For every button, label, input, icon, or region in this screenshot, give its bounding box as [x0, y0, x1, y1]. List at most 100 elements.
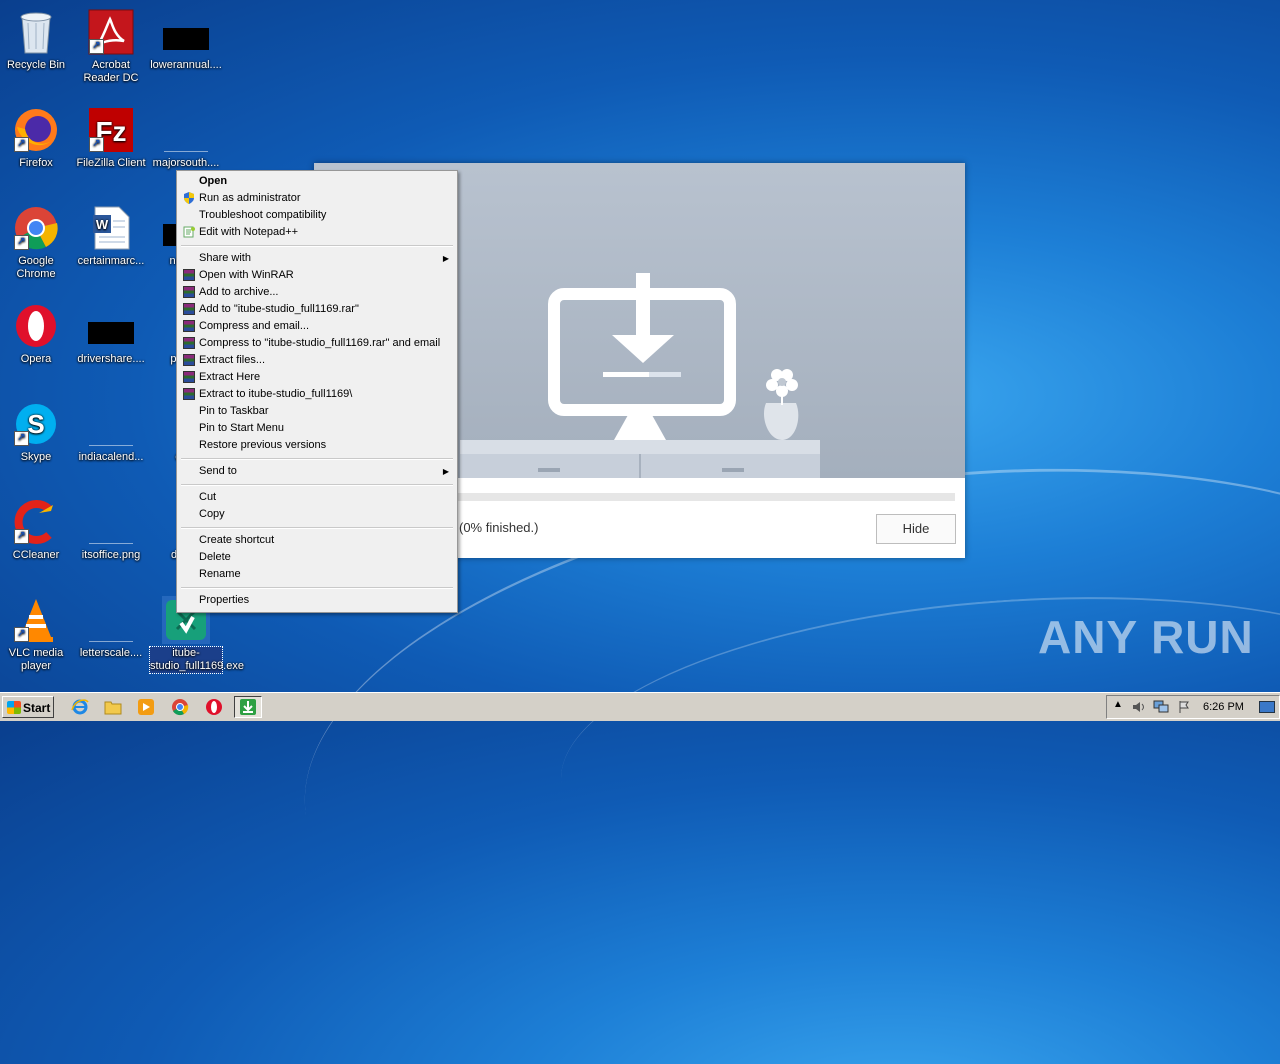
shortcut-arrow-icon: ↗ — [89, 137, 104, 152]
desktop-icon-label: itsoffice.png — [81, 549, 141, 561]
internet-explorer-icon — [71, 699, 89, 715]
taskbar-ie-button[interactable] — [66, 696, 94, 718]
download-progress-bar — [457, 493, 955, 501]
media-player-icon — [138, 699, 154, 715]
desktop-icon-letterscale[interactable]: letterscale.... — [75, 596, 147, 660]
menu-item-label: Restore previous versions — [199, 439, 327, 451]
desktop-icon-chrome[interactable]: ↗ Google Chrome — [0, 204, 72, 281]
windows-logo-icon — [7, 701, 21, 714]
desktop-icon-indiacalend[interactable]: indiacalend... — [75, 400, 147, 464]
download-status-text: (0% finished.) — [459, 520, 539, 535]
show-desktop-icon[interactable] — [1259, 701, 1275, 713]
desktop-icon-certainmarc[interactable]: W certainmarc... — [75, 204, 147, 268]
menu-item-open-with-winrar[interactable]: Open with WinRAR — [179, 267, 455, 284]
shortcut-arrow-icon: ↗ — [14, 235, 29, 250]
menu-item-delete[interactable]: Delete — [179, 549, 455, 566]
menu-item-open[interactable]: Open — [179, 173, 455, 190]
menu-item-label: Share with — [199, 252, 251, 264]
svg-text:W: W — [96, 217, 109, 232]
vlc-icon: ↗ — [12, 596, 60, 644]
menu-item-troubleshoot[interactable]: Troubleshoot compatibility — [179, 207, 455, 224]
menu-item-create-shortcut[interactable]: Create shortcut — [179, 532, 455, 549]
menu-item-send-to[interactable]: Send to ▶ — [179, 463, 455, 480]
menu-item-add-to-rar[interactable]: Add to "itube-studio_full1169.rar" — [179, 301, 455, 318]
taskbar-media-player-button[interactable] — [132, 696, 160, 718]
menu-item-compress-and-email[interactable]: Compress and email... — [179, 318, 455, 335]
system-tray: ▲ 6:26 PM — [1106, 695, 1280, 719]
desktop-icon-ccleaner[interactable]: ↗ CCleaner — [0, 498, 72, 562]
taskbar-opera-button[interactable] — [200, 696, 228, 718]
menu-item-label: Extract to itube-studio_full1169\ — [199, 388, 353, 400]
file-thumbnail-icon — [162, 8, 210, 56]
shortcut-arrow-icon: ↗ — [14, 431, 29, 446]
menu-item-copy[interactable]: Copy — [179, 506, 455, 523]
folder-icon — [104, 701, 122, 715]
taskbar-clock[interactable]: 6:26 PM — [1203, 701, 1244, 713]
desktop-icon-label: Recycle Bin — [6, 59, 66, 71]
menu-item-cut[interactable]: Cut — [179, 489, 455, 506]
desktop-icon-firefox[interactable]: ↗ Firefox — [0, 106, 72, 170]
menu-separator — [181, 458, 453, 460]
opera-icon — [12, 302, 60, 350]
menu-item-label: Delete — [199, 551, 231, 563]
menu-separator — [181, 527, 453, 529]
winrar-icon — [183, 388, 195, 400]
hide-button[interactable]: Hide — [876, 514, 956, 544]
desktop-icon-drivershare[interactable]: drivershare.... — [75, 302, 147, 366]
winrar-icon — [183, 303, 195, 315]
menu-item-properties[interactable]: Properties — [179, 592, 455, 609]
menu-item-run-as-admin[interactable]: Run as administrator — [179, 190, 455, 207]
menu-item-pin-to-start[interactable]: Pin to Start Menu — [179, 420, 455, 437]
menu-item-share-with[interactable]: Share with ▶ — [179, 250, 455, 267]
desktop-icon-label: Google Chrome — [16, 255, 56, 280]
desktop-icon-itsoffice[interactable]: itsoffice.png — [75, 498, 147, 562]
volume-icon[interactable] — [1131, 700, 1145, 714]
desktop-icon-label: Opera — [20, 353, 52, 365]
skype-icon: S ↗ — [12, 400, 60, 448]
menu-item-pin-to-taskbar[interactable]: Pin to Taskbar — [179, 403, 455, 420]
file-thumbnail-icon — [87, 498, 135, 546]
desktop-icon-opera[interactable]: Opera — [0, 302, 72, 366]
desktop-icon-skype[interactable]: S ↗ Skype — [0, 400, 72, 464]
desktop-icon-label: letterscale.... — [79, 647, 143, 659]
menu-item-extract-here[interactable]: Extract Here — [179, 369, 455, 386]
download-arrow-icon — [240, 699, 256, 715]
anyrun-watermark: ANY RUN — [1038, 611, 1254, 663]
menu-item-label: Add to archive... — [199, 286, 279, 298]
menu-item-edit-notepadpp[interactable]: Edit with Notepad++ — [179, 224, 455, 241]
action-center-flag-icon[interactable] — [1177, 700, 1191, 714]
menu-item-label: Copy — [199, 508, 225, 520]
desktop-icon-vlc[interactable]: ↗ VLC media player — [0, 596, 72, 673]
taskbar-chrome-button[interactable] — [166, 696, 194, 718]
desktop-icon-label: indiacalend... — [78, 451, 144, 463]
notepad-plus-plus-icon — [183, 226, 195, 238]
winrar-icon — [183, 337, 195, 349]
menu-item-rename[interactable]: Rename — [179, 566, 455, 583]
menu-item-compress-to-rar-email[interactable]: Compress to "itube-studio_full1169.rar" … — [179, 335, 455, 352]
desktop-icon-lowerannual[interactable]: lowerannual.... — [150, 8, 222, 72]
desktop-icon-recycle-bin[interactable]: Recycle Bin — [0, 8, 72, 72]
desktop-icon-acrobat[interactable]: ↗ Acrobat Reader DC — [75, 8, 147, 85]
file-thumbnail-icon — [87, 400, 135, 448]
opera-icon — [206, 699, 222, 715]
menu-item-extract-files[interactable]: Extract files... — [179, 352, 455, 369]
start-button[interactable]: Start — [2, 696, 54, 718]
winrar-icon — [183, 269, 195, 281]
menu-item-label: Rename — [199, 568, 241, 580]
desktop-icon-filezilla[interactable]: Fz ↗ FileZilla Client — [75, 106, 147, 170]
taskbar-itube-button[interactable] — [234, 696, 262, 718]
file-thumbnail-icon — [87, 596, 135, 644]
filezilla-icon: Fz ↗ — [87, 106, 135, 154]
desktop-icon-majorsouth[interactable]: majorsouth.... — [150, 106, 222, 170]
ccleaner-icon: ↗ — [12, 498, 60, 546]
show-hidden-icons-arrow-icon[interactable]: ▲ — [1113, 699, 1123, 710]
shortcut-arrow-icon: ↗ — [14, 137, 29, 152]
taskbar-explorer-button[interactable] — [99, 696, 127, 718]
network-icon[interactable] — [1153, 700, 1169, 714]
desktop-icon-label: Acrobat Reader DC — [83, 59, 139, 84]
menu-item-extract-to-folder[interactable]: Extract to itube-studio_full1169\ — [179, 386, 455, 403]
menu-item-add-to-archive[interactable]: Add to archive... — [179, 284, 455, 301]
winrar-icon — [183, 320, 195, 332]
menu-item-restore-versions[interactable]: Restore previous versions — [179, 437, 455, 454]
menu-item-label: Cut — [199, 491, 217, 503]
